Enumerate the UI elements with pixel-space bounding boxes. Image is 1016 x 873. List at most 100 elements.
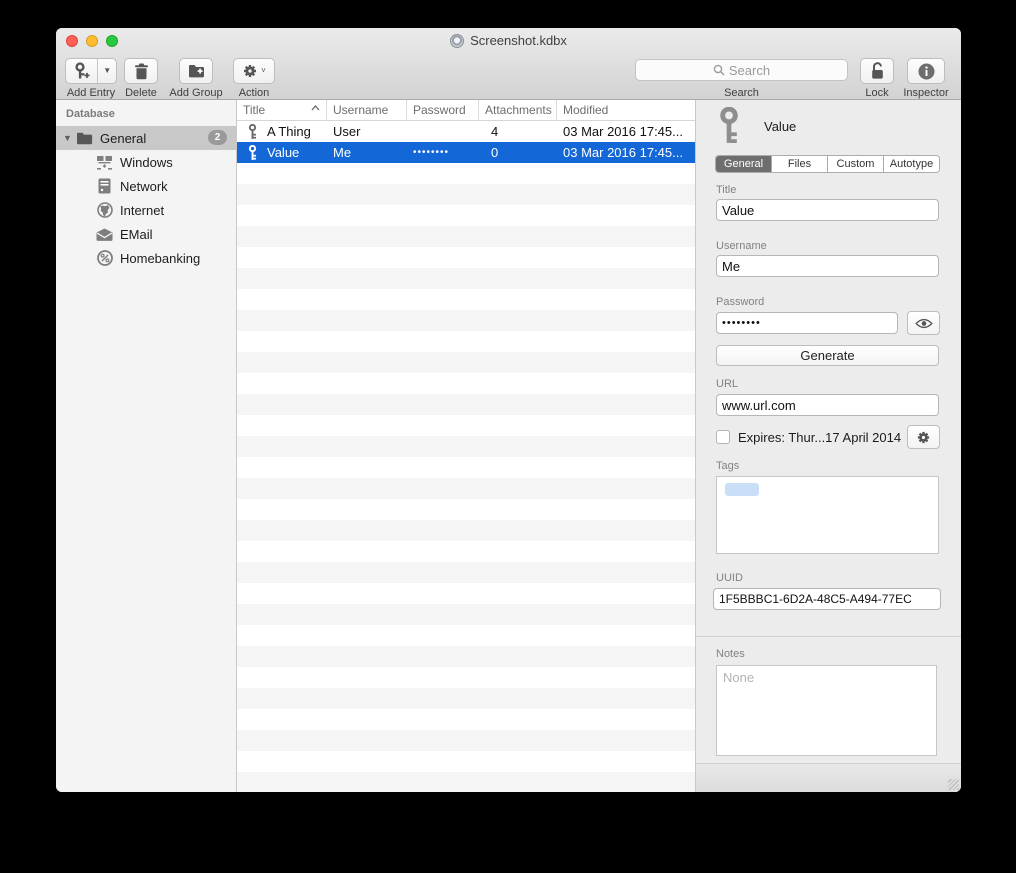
entry-table: Title Username Password Attachments Modi… <box>237 100 695 792</box>
table-row[interactable]: A Thing User 4 03 Mar 2016 17:45... <box>237 121 695 142</box>
cell-title: A Thing <box>267 124 327 139</box>
column-header-modified[interactable]: Modified <box>557 100 695 120</box>
expires-label: Expires: Thur...17 April 2014 <box>738 430 901 445</box>
envelope-icon <box>96 226 113 243</box>
generate-button[interactable]: Generate <box>716 345 939 366</box>
column-header-title[interactable]: Title <box>237 100 327 120</box>
macpass-window: Screenshot.kdbx ▼ Add Entry <box>56 28 961 792</box>
sidebar-item-label: Windows <box>120 155 173 170</box>
inspector-entry-title: Value <box>764 119 796 134</box>
inspector-panel: Value General Files Custom Autotype Titl… <box>695 100 961 792</box>
url-field[interactable] <box>716 394 939 416</box>
gear-icon <box>916 430 931 445</box>
inspector-button[interactable] <box>907 58 945 84</box>
username-field[interactable] <box>716 255 939 277</box>
entry-count-badge: 2 <box>208 130 227 145</box>
expires-checkbox[interactable] <box>716 430 730 444</box>
notes-label: Notes <box>716 648 745 660</box>
sidebar-item-label: Homebanking <box>120 251 200 266</box>
password-field[interactable] <box>716 312 898 334</box>
percent-coin-icon <box>96 250 113 267</box>
sidebar-item-label: General <box>100 131 146 146</box>
key-icon <box>237 124 267 140</box>
table-row-selected[interactable]: Value Me •••••••• 0 03 Mar 2016 17:45... <box>237 142 695 163</box>
search-icon <box>713 64 725 76</box>
sidebar-item-general[interactable]: ▼ General 2 <box>56 126 236 150</box>
add-entry-button[interactable]: ▼ <box>65 58 117 84</box>
document-icon <box>450 34 464 48</box>
add-entry-dropdown[interactable]: ▼ <box>98 59 116 83</box>
column-header-username[interactable]: Username <box>327 100 407 120</box>
delete-label: Delete <box>115 87 167 99</box>
notes-box[interactable]: None <box>716 665 937 756</box>
title-field[interactable] <box>716 199 939 221</box>
sidebar-item-label: Internet <box>120 203 164 218</box>
lock-label: Lock <box>860 87 894 99</box>
add-group-button[interactable] <box>179 58 213 84</box>
tab-autotype[interactable]: Autotype <box>884 156 939 172</box>
tab-files[interactable]: Files <box>772 156 828 172</box>
cell-password: •••••••• <box>407 147 479 158</box>
sidebar-item-homebanking[interactable]: Homebanking <box>56 246 236 270</box>
add-entry-main[interactable] <box>66 59 97 83</box>
windows-icon <box>96 154 113 171</box>
notes-placeholder: None <box>723 670 754 685</box>
sidebar-item-email[interactable]: EMail <box>56 222 236 246</box>
key-plus-icon <box>74 62 90 80</box>
delete-button[interactable] <box>124 58 158 84</box>
sidebar-item-windows[interactable]: Windows <box>56 150 236 174</box>
chevron-down-icon: ▼ <box>103 67 111 75</box>
resize-grip[interactable] <box>948 779 959 790</box>
reveal-password-button[interactable] <box>907 311 940 335</box>
table-body[interactable]: A Thing User 4 03 Mar 2016 17:45... <box>237 121 695 792</box>
window-title: Screenshot.kdbx <box>470 33 567 48</box>
sidebar-section-header: Database <box>66 108 115 120</box>
cell-attachments: 4 <box>479 124 557 139</box>
cell-title: Value <box>267 145 327 160</box>
action-button[interactable]: ˅ <box>233 58 275 84</box>
password-label: Password <box>716 296 764 308</box>
chevron-down-icon: ˅ <box>261 67 266 75</box>
action-label: Action <box>233 87 275 99</box>
tags-box[interactable] <box>716 476 939 554</box>
disclosure-triangle-icon[interactable]: ▼ <box>63 133 73 143</box>
cell-modified: 03 Mar 2016 17:45... <box>557 124 695 139</box>
entry-key-icon <box>716 107 742 145</box>
folder-plus-icon <box>188 64 205 78</box>
sort-ascending-icon <box>311 105 320 111</box>
table-header: Title Username Password Attachments Modi… <box>237 100 695 121</box>
sidebar-item-network[interactable]: Network <box>56 174 236 198</box>
tab-general[interactable]: General <box>716 156 772 172</box>
sidebar-item-internet[interactable]: Internet <box>56 198 236 222</box>
content-area: Database ▼ General 2 Win <box>56 100 961 792</box>
search-field[interactable]: Search <box>635 59 848 81</box>
add-entry-label: Add Entry <box>65 87 117 99</box>
inspector-label: Inspector <box>899 87 953 99</box>
search-placeholder: Search <box>729 63 770 78</box>
sidebar-item-label: Network <box>120 179 168 194</box>
eye-icon <box>915 318 933 329</box>
folder-icon <box>76 130 93 147</box>
cell-username: User <box>327 124 407 139</box>
url-label: URL <box>716 378 738 390</box>
sidebar: Database ▼ General 2 Win <box>56 100 237 792</box>
titlebar: Screenshot.kdbx <box>56 33 961 48</box>
search-label: Search <box>635 87 848 99</box>
server-icon <box>96 178 113 195</box>
sidebar-item-label: EMail <box>120 227 153 242</box>
info-icon <box>918 63 935 80</box>
inspector-bottom-bar <box>696 763 961 792</box>
key-icon <box>237 145 267 161</box>
tab-custom[interactable]: Custom <box>828 156 884 172</box>
cell-username: Me <box>327 145 407 160</box>
uuid-field[interactable] <box>713 588 941 610</box>
expires-settings-button[interactable] <box>907 425 940 449</box>
gear-icon <box>242 63 258 79</box>
window-chrome: Screenshot.kdbx ▼ Add Entry <box>56 28 961 100</box>
lock-button[interactable] <box>860 58 894 84</box>
column-header-password[interactable]: Password <box>407 100 479 120</box>
column-header-attachments[interactable]: Attachments <box>479 100 557 120</box>
tag-token[interactable] <box>725 483 759 496</box>
uuid-label: UUID <box>716 572 743 584</box>
add-group-label: Add Group <box>166 87 226 99</box>
